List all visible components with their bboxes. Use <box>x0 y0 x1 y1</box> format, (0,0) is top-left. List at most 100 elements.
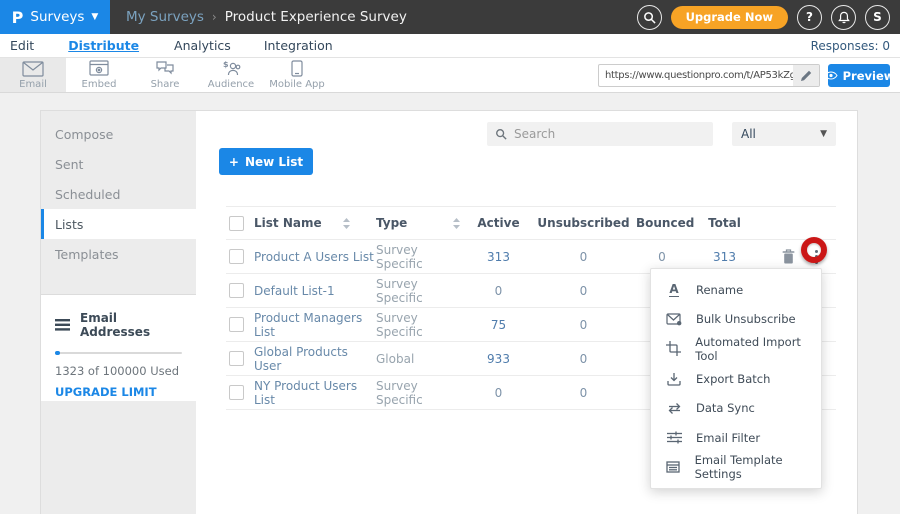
avatar-initial: S <box>873 10 882 24</box>
sidebar-item-compose[interactable]: Compose <box>41 119 196 149</box>
toolbar-item-label: Audience <box>208 79 254 90</box>
toolbar-item-label: Email <box>19 79 47 90</box>
chevron-down-icon: ▼ <box>91 12 98 22</box>
toolbar-item-label: Embed <box>82 79 117 90</box>
surveys-product-menu[interactable]: P Surveys ▼ <box>0 0 110 34</box>
preview-label: Preview <box>843 69 895 83</box>
menu-item-label: Bulk Unsubscribe <box>696 312 796 326</box>
pencil-icon <box>800 70 812 82</box>
embed-icon <box>89 60 109 77</box>
responses-count: Responses: 0 <box>811 39 890 53</box>
row-checkbox[interactable] <box>229 283 244 298</box>
row-checkbox[interactable] <box>229 249 244 264</box>
menu-item-data-sync[interactable]: Data Sync <box>651 393 821 423</box>
list-type-filter-dropdown[interactable]: All ▼ <box>732 122 836 146</box>
toolbar-item-share[interactable]: Share <box>132 58 198 92</box>
search-input[interactable] <box>514 127 705 141</box>
email-filter-icon <box>666 431 682 444</box>
user-avatar[interactable]: S <box>865 5 890 30</box>
tab-edit[interactable]: Edit <box>10 38 34 53</box>
rename-icon: A <box>666 283 682 297</box>
breadcrumb: My Surveys › Product Experience Survey <box>126 9 407 25</box>
menu-item-email-filter[interactable]: Email Filter <box>651 423 821 453</box>
toolbar-item-audience[interactable]: $ Audience <box>198 58 264 92</box>
list-type: Global <box>376 352 414 366</box>
active-count[interactable]: 933 <box>487 352 510 366</box>
breadcrumb-my-surveys[interactable]: My Surveys <box>126 9 204 25</box>
email-usage-progress-fill <box>55 351 60 355</box>
sidebar-item-lists[interactable]: Lists <box>41 209 196 239</box>
list-name-link[interactable]: Product A Users List <box>254 250 374 264</box>
survey-url-field: https://www.questionpro.com/t/AP53kZgfo <box>598 64 820 87</box>
tab-integration[interactable]: Integration <box>264 38 333 53</box>
tab-analytics[interactable]: Analytics <box>174 38 231 53</box>
col-header-active: Active <box>466 207 531 240</box>
questionpro-logo-icon: P <box>12 8 24 27</box>
row-checkbox[interactable] <box>229 385 244 400</box>
list-rows-icon <box>55 319 70 331</box>
unsubscribed-count: 0 <box>580 386 588 400</box>
upgrade-now-button[interactable]: Upgrade Now <box>671 6 788 29</box>
sidebar-item-sent[interactable]: Sent <box>41 149 196 179</box>
sidebar-item-templates[interactable]: Templates <box>41 239 196 269</box>
select-all-checkbox[interactable] <box>229 216 244 231</box>
data-sync-icon <box>666 402 682 415</box>
row-checkbox[interactable] <box>229 317 244 332</box>
menu-item-export-batch[interactable]: Export Batch <box>651 364 821 394</box>
eye-icon <box>824 71 838 80</box>
toolbar-item-label: Share <box>151 79 180 90</box>
total-count: 313 <box>713 250 736 264</box>
active-count: 0 <box>495 386 503 400</box>
distribute-toolbar: Email Embed Share $ Audience Mobile App <box>0 58 900 93</box>
unsubscribed-count: 0 <box>580 284 588 298</box>
notifications-button[interactable] <box>831 5 856 30</box>
bell-icon <box>838 11 850 24</box>
survey-url[interactable]: https://www.questionpro.com/t/AP53kZgfo <box>599 70 793 81</box>
active-count: 0 <box>495 284 503 298</box>
preview-button[interactable]: Preview <box>828 64 890 87</box>
search-icon <box>643 11 656 24</box>
menu-item-rename[interactable]: A Rename <box>651 275 821 305</box>
table-header-row: List Name Type Active Unsubscribed Bounc… <box>226 207 836 240</box>
list-name-link[interactable]: NY Product Users List <box>254 379 357 407</box>
top-actions: Upgrade Now ? S <box>637 5 900 30</box>
menu-item-automated-import-tool[interactable]: Automated Import Tool <box>651 334 821 364</box>
automated-import-icon <box>666 341 681 356</box>
breadcrumb-current-survey: Product Experience Survey <box>225 9 407 25</box>
row-menu-button[interactable] <box>811 248 822 266</box>
edit-url-button[interactable] <box>793 65 819 86</box>
toolbar-item-embed[interactable]: Embed <box>66 58 132 92</box>
menu-item-label: Data Sync <box>696 401 755 415</box>
sort-icon[interactable] <box>453 218 460 229</box>
list-type: Survey Specific <box>376 379 423 407</box>
active-count[interactable]: 75 <box>491 318 506 332</box>
toolbar-item-mobile-app[interactable]: Mobile App <box>264 58 330 92</box>
col-header-bounced: Bounced <box>636 207 688 240</box>
col-header-type: Type <box>376 216 407 230</box>
menu-item-email-template-settings[interactable]: Email Template Settings <box>651 452 821 482</box>
delete-list-button[interactable] <box>782 249 795 264</box>
menu-item-bulk-unsubscribe[interactable]: Bulk Unsubscribe <box>651 305 821 335</box>
global-search-button[interactable] <box>637 5 662 30</box>
row-checkbox[interactable] <box>229 351 244 366</box>
active-count[interactable]: 313 <box>487 250 510 264</box>
svg-text:$: $ <box>223 60 229 69</box>
toolbar-item-email[interactable]: Email <box>0 58 66 92</box>
unsubscribed-count: 0 <box>580 318 588 332</box>
page: P Surveys ▼ My Surveys › Product Experie… <box>0 0 900 514</box>
list-type: Survey Specific <box>376 311 423 339</box>
tab-distribute[interactable]: Distribute <box>68 38 139 53</box>
breadcrumb-separator-icon: › <box>212 10 217 24</box>
new-list-button[interactable]: + New List <box>219 148 313 175</box>
upgrade-limit-link[interactable]: UPGRADE LIMIT <box>55 385 182 399</box>
help-button[interactable]: ? <box>797 5 822 30</box>
list-name-link[interactable]: Default List-1 <box>254 284 335 298</box>
list-name-link[interactable]: Product Managers List <box>254 311 362 339</box>
email-icon <box>22 61 44 77</box>
sort-icon[interactable] <box>343 218 350 229</box>
col-header-total: Total <box>688 207 761 240</box>
list-name-link[interactable]: Global Products User <box>254 345 348 373</box>
search-icon <box>495 128 507 140</box>
sidebar-item-scheduled[interactable]: Scheduled <box>41 179 196 209</box>
email-sidebar: Compose Sent Scheduled Lists Templates E… <box>41 111 196 514</box>
